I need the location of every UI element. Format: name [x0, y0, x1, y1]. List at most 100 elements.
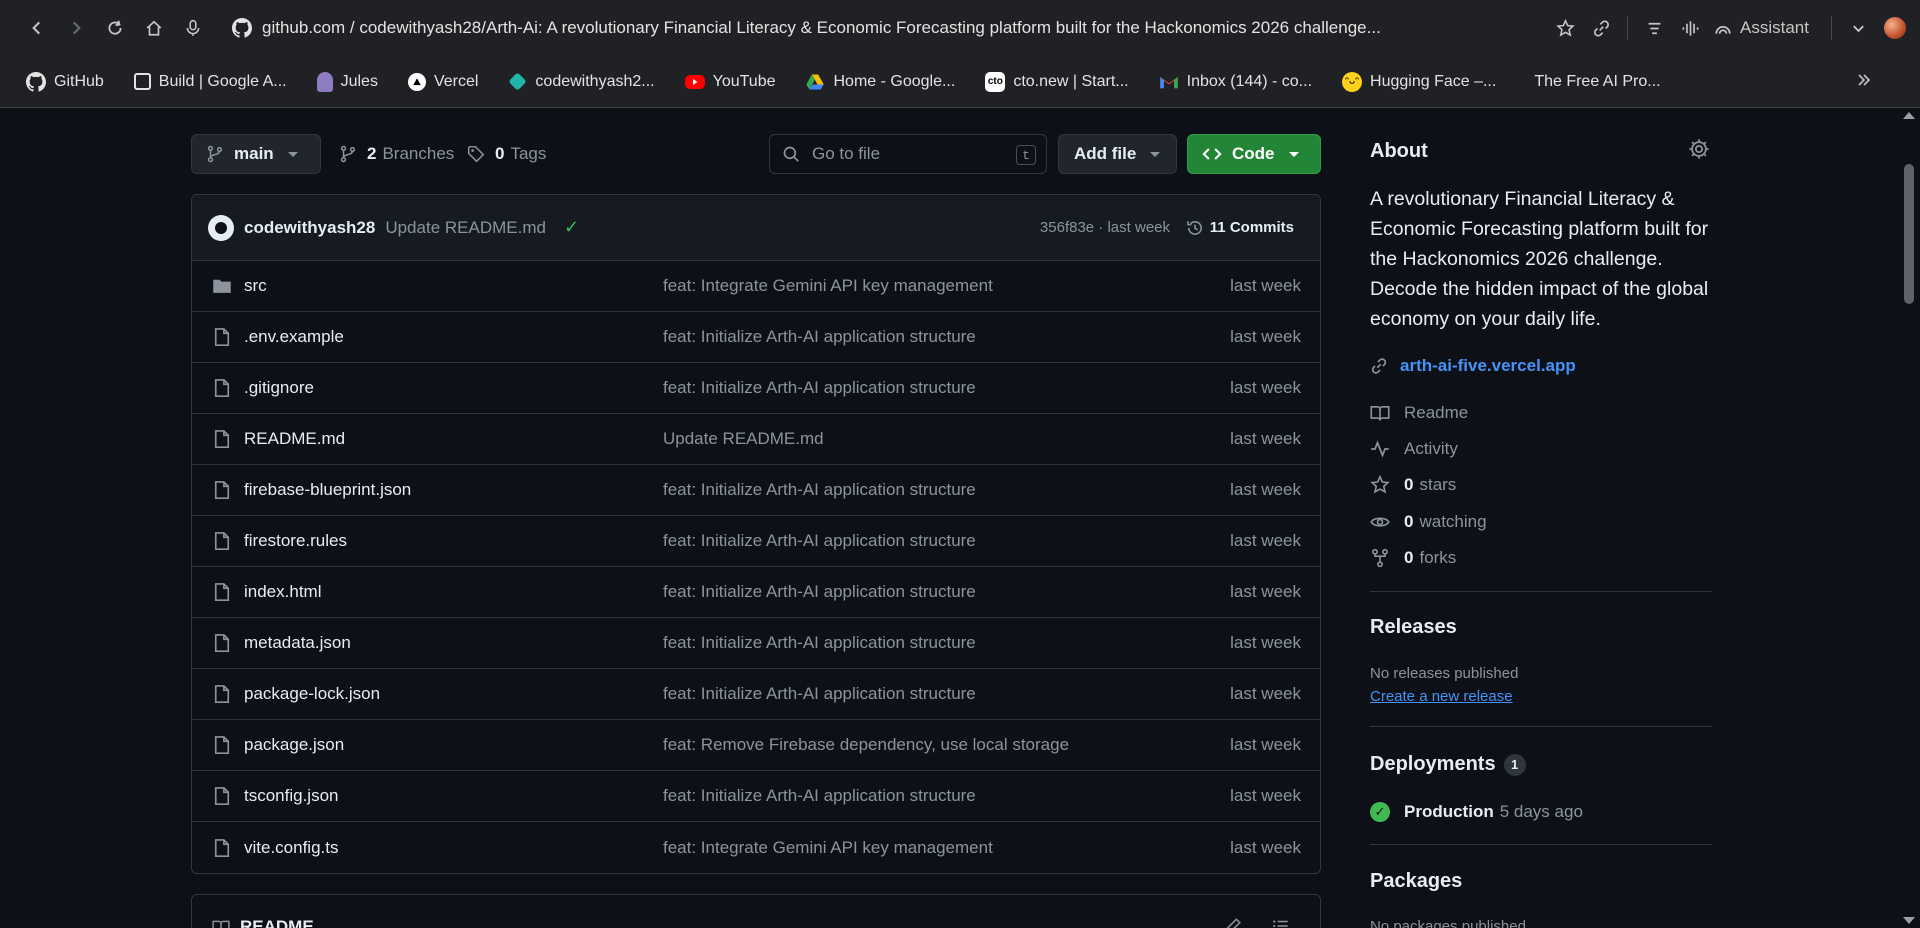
- page-scrollbar[interactable]: [1898, 108, 1920, 928]
- go-to-file-input[interactable]: [812, 144, 1012, 164]
- outline-list-icon[interactable]: [1272, 917, 1290, 928]
- file-commit-message-link[interactable]: feat: Integrate Gemini API key managemen…: [663, 838, 993, 858]
- bookmark-github[interactable]: GitHub: [26, 71, 104, 92]
- gear-icon[interactable]: [1688, 138, 1710, 160]
- pencil-icon[interactable]: [1224, 917, 1242, 928]
- check-icon[interactable]: ✓: [564, 217, 579, 238]
- readme-link[interactable]: Readme: [1370, 403, 1468, 423]
- tags-link[interactable]: 0 Tags: [467, 144, 546, 164]
- file-name-link[interactable]: vite.config.ts: [244, 838, 339, 858]
- file-commit-message-link[interactable]: feat: Initialize Arth-AI application str…: [663, 480, 976, 500]
- file-name-link[interactable]: tsconfig.json: [244, 786, 339, 806]
- bookmark-hugging-face[interactable]: ᵔᴗᵔ Hugging Face –...: [1342, 71, 1496, 92]
- back-button[interactable]: [18, 9, 56, 47]
- scroll-up-arrow[interactable]: [1903, 112, 1915, 119]
- file-commit-message-link[interactable]: feat: Initialize Arth-AI application str…: [663, 378, 976, 398]
- file-name-link[interactable]: metadata.json: [244, 633, 351, 653]
- bookmark-gmail[interactable]: Inbox (144) - co...: [1159, 72, 1312, 92]
- bookmark-star-button[interactable]: [1547, 10, 1583, 46]
- file-commit-message-link[interactable]: feat: Integrate Gemini API key managemen…: [663, 276, 993, 296]
- file-row[interactable]: .gitignore feat: Initialize Arth-AI appli…: [192, 363, 1320, 414]
- deployment-env: Production: [1404, 802, 1494, 821]
- file-name-link[interactable]: package-lock.json: [244, 684, 380, 704]
- share-link-button[interactable]: [1583, 10, 1619, 46]
- code-button[interactable]: Code: [1187, 134, 1321, 174]
- reload-button[interactable]: [96, 9, 134, 47]
- file-commit-message-link[interactable]: feat: Initialize Arth-AI application str…: [663, 582, 976, 602]
- file-name-link[interactable]: firebase-blueprint.json: [244, 480, 411, 500]
- reading-mode-button[interactable]: [1636, 10, 1672, 46]
- file-name-link[interactable]: .gitignore: [244, 378, 314, 398]
- file-row[interactable]: metadata.json feat: Initialize Arth-AI ap…: [192, 618, 1320, 669]
- home-button[interactable]: [135, 9, 173, 47]
- github-icon: [232, 18, 252, 38]
- forward-button[interactable]: [57, 9, 95, 47]
- tab-menu-button[interactable]: [1840, 10, 1876, 46]
- bookmark-free-ai[interactable]: The Free AI Pro...: [1534, 73, 1660, 91]
- create-release-link[interactable]: Create a new release: [1370, 688, 1513, 705]
- go-to-file-search[interactable]: t: [769, 134, 1047, 174]
- file-name-link[interactable]: src: [244, 276, 267, 296]
- commit-sha[interactable]: 356f83e · last week: [1040, 219, 1170, 236]
- file-commit-message-link[interactable]: feat: Initialize Arth-AI application str…: [663, 633, 976, 653]
- scroll-down-arrow[interactable]: [1903, 917, 1915, 924]
- file-icon: [212, 786, 232, 806]
- file-icon: [212, 378, 232, 398]
- file-name-link[interactable]: .env.example: [244, 327, 344, 347]
- branches-link[interactable]: 2 Branches: [339, 144, 454, 164]
- file-commit-message-link[interactable]: feat: Initialize Arth-AI application str…: [663, 327, 976, 347]
- stars-link[interactable]: 0 stars: [1370, 475, 1456, 495]
- forks-link[interactable]: 0 forks: [1370, 548, 1456, 568]
- bookmark-vercel[interactable]: Vercel: [407, 72, 478, 91]
- author-avatar[interactable]: [208, 214, 234, 241]
- profile-avatar[interactable]: [1884, 17, 1906, 39]
- file-row[interactable]: README.md Update README.md last week: [192, 414, 1320, 465]
- file-row[interactable]: tsconfig.json feat: Initialize Arth-AI ap…: [192, 771, 1320, 822]
- file-commit-date: last week: [1230, 378, 1301, 397]
- file-commit-message-link[interactable]: feat: Initialize Arth-AI application str…: [663, 531, 976, 551]
- add-file-button[interactable]: Add file: [1058, 134, 1177, 174]
- watching-link[interactable]: 0 watching: [1370, 512, 1487, 532]
- file-name-link[interactable]: package.json: [244, 735, 344, 755]
- audio-button[interactable]: [1672, 10, 1708, 46]
- file-row[interactable]: firestore.rules feat: Initialize Arth-AI …: [192, 516, 1320, 567]
- file-commit-message-link[interactable]: Update README.md: [663, 429, 824, 449]
- packages-heading[interactable]: Packages: [1370, 870, 1462, 893]
- address-bar[interactable]: github.com / codewithyash28/Arth-Ai: A r…: [224, 10, 1404, 46]
- bookmark-cto-new[interactable]: cto cto.new | Start...: [985, 71, 1129, 92]
- file-name-link[interactable]: firestore.rules: [244, 531, 347, 551]
- deployments-heading[interactable]: Deployments 1: [1370, 753, 1526, 776]
- bookmark-youtube[interactable]: YouTube: [684, 73, 775, 91]
- file-commit-message-link[interactable]: feat: Remove Firebase dependency, use lo…: [663, 735, 1069, 755]
- commits-link[interactable]: 11 Commits: [1186, 219, 1294, 237]
- file-row[interactable]: src feat: Integrate Gemini API key manage…: [192, 261, 1320, 312]
- assistant-button[interactable]: Assistant: [1708, 18, 1823, 38]
- file-commit-message-link[interactable]: feat: Initialize Arth-AI application str…: [663, 786, 976, 806]
- scrollbar-thumb[interactable]: [1904, 164, 1914, 304]
- deployment-production[interactable]: ✓ Production 5 days ago: [1370, 802, 1583, 822]
- releases-heading[interactable]: Releases: [1370, 616, 1457, 639]
- branch-selector[interactable]: main: [191, 134, 321, 174]
- website-link[interactable]: arth-ai-five.vercel.app: [1370, 356, 1576, 376]
- voice-search-button[interactable]: [174, 9, 212, 47]
- file-name-link[interactable]: README.md: [244, 429, 345, 449]
- file-row[interactable]: package.json feat: Remove Firebase depend…: [192, 720, 1320, 771]
- file-row[interactable]: index.html feat: Initialize Arth-AI appli…: [192, 567, 1320, 618]
- readme-tab[interactable]: README: [212, 917, 314, 928]
- commit-author-link[interactable]: codewithyash28: [244, 218, 375, 238]
- file-commit-message-link[interactable]: feat: Initialize Arth-AI application str…: [663, 684, 976, 704]
- bookmark-codewithyash[interactable]: codewithyash2...: [508, 72, 655, 91]
- youtube-icon: [684, 74, 705, 89]
- bookmark-google-ai-studio[interactable]: Build | Google A...: [133, 73, 287, 91]
- tags-label: Tags: [510, 144, 547, 163]
- file-row[interactable]: .env.example feat: Initialize Arth-AI app…: [192, 312, 1320, 363]
- commit-message-link[interactable]: Update README.md: [385, 218, 546, 238]
- bookmarks-overflow-button[interactable]: [1856, 72, 1872, 93]
- bookmark-jules[interactable]: Jules: [316, 71, 378, 92]
- file-row[interactable]: package-lock.json feat: Initialize Arth-A…: [192, 669, 1320, 720]
- file-name-link[interactable]: index.html: [244, 582, 321, 602]
- file-row[interactable]: vite.config.ts feat: Integrate Gemini API…: [192, 822, 1320, 873]
- file-row[interactable]: firebase-blueprint.json feat: Initialize …: [192, 465, 1320, 516]
- bookmark-google-drive[interactable]: Home - Google...: [805, 72, 955, 92]
- activity-link[interactable]: Activity: [1370, 439, 1458, 459]
